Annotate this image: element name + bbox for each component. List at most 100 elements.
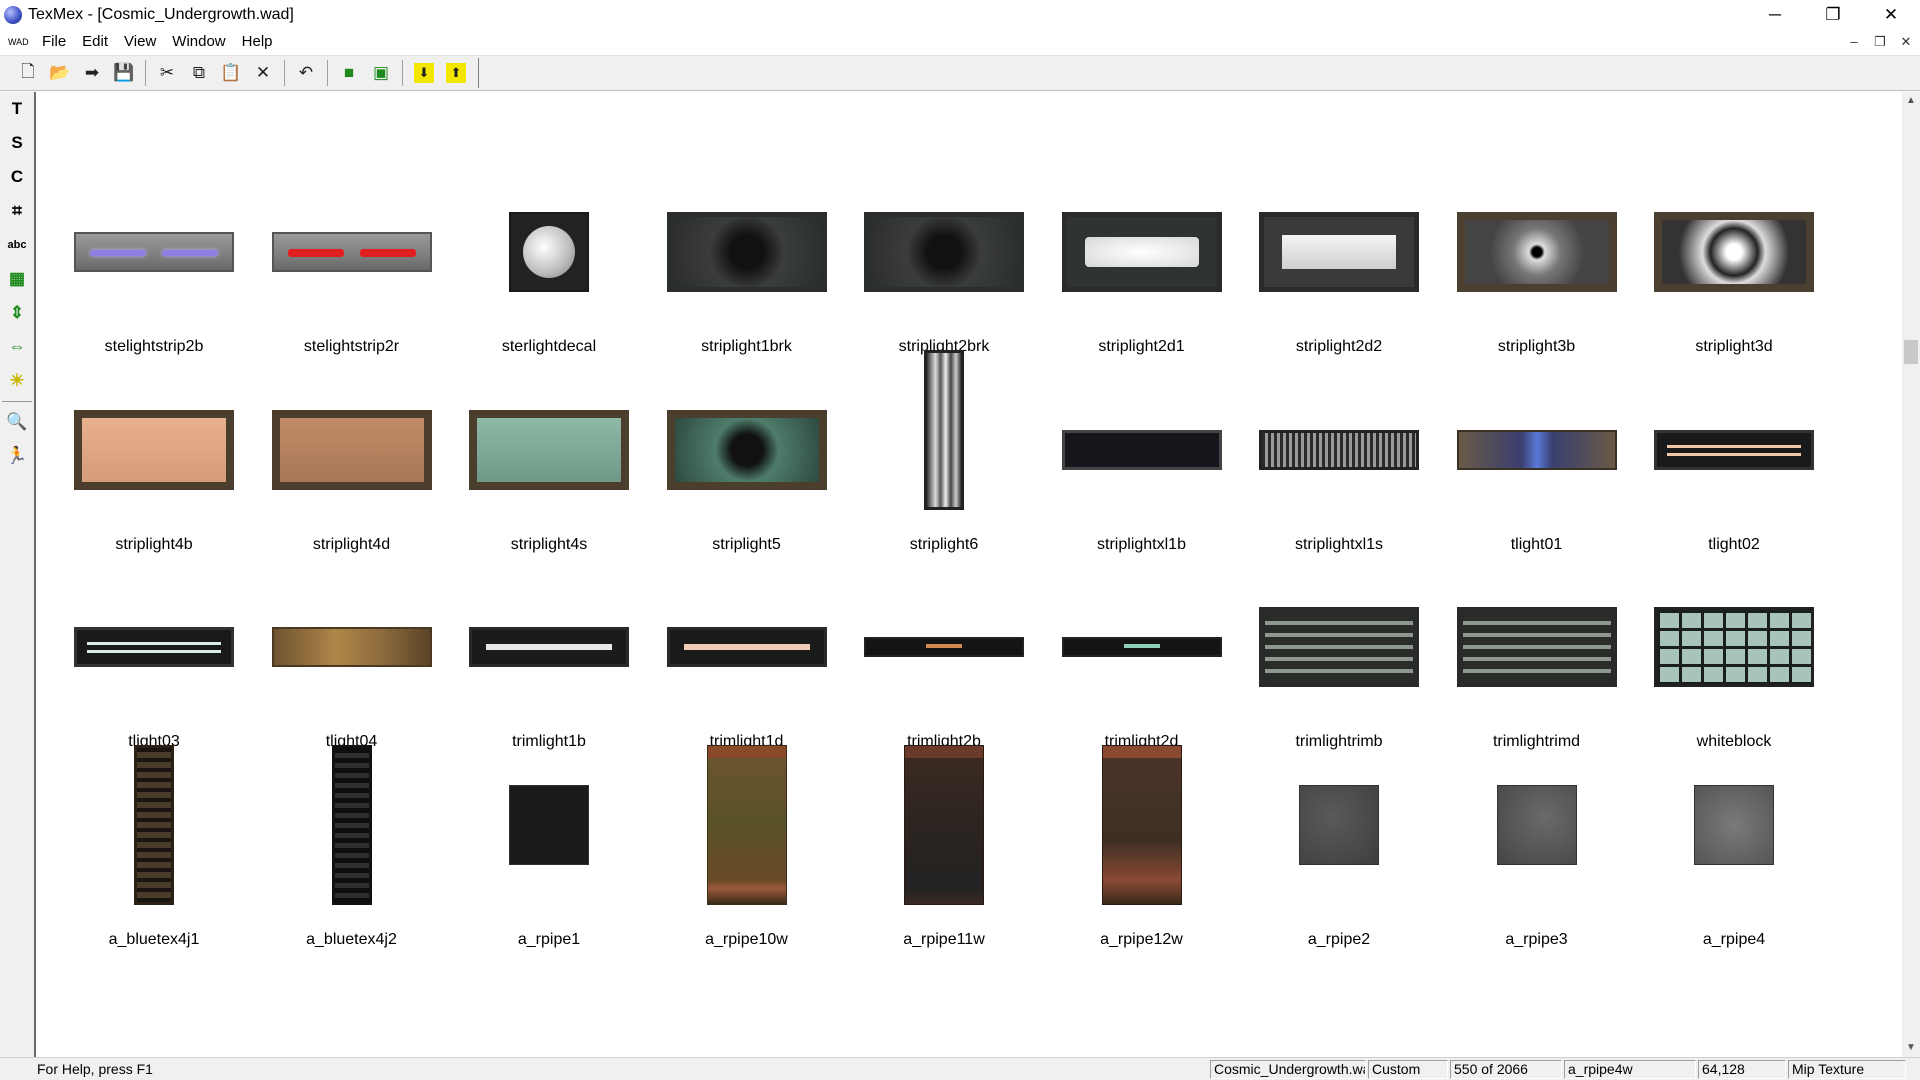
texture-thumbnail[interactable]: [469, 409, 629, 490]
texture-thumbnail[interactable]: [271, 232, 432, 272]
texture-tile[interactable]: a_rpipe4: [1635, 745, 1833, 948]
texture-tile[interactable]: sterlightdecal: [450, 152, 648, 355]
texture-thumbnail[interactable]: [904, 744, 984, 905]
texture-thumbnail[interactable]: [1654, 429, 1814, 470]
texture-thumbnail[interactable]: [469, 627, 629, 667]
texture-tile[interactable]: a_rpipe10w: [648, 744, 846, 948]
menu-edit[interactable]: Edit: [74, 30, 116, 54]
texture-tile[interactable]: trimlightrimd: [1438, 547, 1636, 750]
texture-tile[interactable]: striplightxl1s: [1240, 350, 1438, 553]
texture-thumbnail[interactable]: [74, 232, 234, 272]
texture-tile[interactable]: striplightxl1b: [1043, 350, 1241, 553]
new-file-icon[interactable]: 🗋: [12, 58, 44, 88]
texture-thumbnail[interactable]: [509, 212, 589, 292]
open-folder-icon[interactable]: 📂: [44, 58, 76, 88]
texture-tile[interactable]: striplight3b: [1438, 152, 1636, 355]
texture-tile[interactable]: trimlight2b: [845, 547, 1043, 750]
texture-thumbnail[interactable]: [1101, 744, 1182, 905]
texture-tile[interactable]: striplight4b: [55, 350, 253, 553]
texture-thumbnail[interactable]: [1259, 607, 1419, 687]
texture-tile[interactable]: a_rpipe2: [1240, 745, 1438, 948]
texture-thumbnail[interactable]: [1299, 784, 1379, 865]
child-minimize-button[interactable]: –: [1844, 32, 1864, 52]
texture-tile[interactable]: striplight2d1: [1043, 152, 1241, 355]
texture-thumbnail[interactable]: [1061, 429, 1222, 470]
layers-icon[interactable]: ▦: [0, 262, 34, 296]
scroll-down-icon[interactable]: ▼: [1902, 1039, 1920, 1057]
texture-thumbnail[interactable]: [1654, 212, 1814, 292]
texture-tile[interactable]: tlight03: [55, 547, 253, 750]
texture-thumbnail[interactable]: [509, 784, 589, 865]
texture-thumbnail[interactable]: [1496, 784, 1577, 865]
texture-tile[interactable]: tlight02: [1635, 350, 1833, 553]
texture-thumbnail[interactable]: [331, 744, 372, 905]
texture-thumbnail[interactable]: [1654, 607, 1814, 687]
texture-tile[interactable]: striplight4s: [450, 350, 648, 553]
texture-tile[interactable]: a_rpipe1: [450, 745, 648, 948]
texture-tile[interactable]: striplight2d2: [1240, 152, 1438, 355]
texture-tile[interactable]: trimlight2d: [1043, 547, 1241, 750]
zoom-magnifier-icon[interactable]: 🔍: [0, 405, 34, 439]
texture-thumbnail[interactable]: [924, 349, 964, 510]
texture-thumbnail[interactable]: [1456, 429, 1617, 470]
delete-x-icon[interactable]: ✕: [247, 58, 279, 88]
texture-tile[interactable]: a_rpipe3: [1438, 745, 1636, 948]
texture-thumbnail[interactable]: [74, 627, 234, 667]
copy-icon[interactable]: ⧉: [183, 58, 215, 88]
texture-thumbnail[interactable]: [1061, 637, 1222, 657]
scroll-thumb[interactable]: [1904, 340, 1918, 364]
abc-text-icon[interactable]: abc: [0, 228, 34, 262]
texture-thumbnail[interactable]: [74, 409, 234, 490]
child-close-button[interactable]: ✕: [1896, 32, 1916, 52]
texture-browser[interactable]: stelightstrip2b stelightstrip2r sterlightd…: [37, 92, 1903, 1055]
texture-thumbnail[interactable]: [271, 409, 432, 490]
arrow-right-icon[interactable]: ➡: [76, 58, 108, 88]
document-icon[interactable]: WAD: [8, 33, 29, 51]
texture-thumbnail[interactable]: [1259, 212, 1419, 292]
texture-tile[interactable]: striplight4d: [253, 350, 451, 553]
text-tool-icon[interactable]: T: [0, 92, 34, 126]
restore-button[interactable]: ❐: [1804, 0, 1862, 30]
texture-tile[interactable]: striplight3d: [1635, 152, 1833, 355]
texture-thumbnail[interactable]: [864, 637, 1024, 657]
export-up-arrow-icon[interactable]: ⬆: [446, 63, 466, 83]
texture-tile[interactable]: striplight1brk: [648, 152, 846, 355]
c-tool-icon[interactable]: C: [0, 160, 34, 194]
texture-tile[interactable]: trimlightrimb: [1240, 547, 1438, 750]
texture-tile[interactable]: a_rpipe12w: [1043, 744, 1241, 948]
vertical-scrollbar[interactable]: ▲ ▼: [1902, 92, 1920, 1057]
save-disk-icon[interactable]: 💾: [108, 58, 140, 88]
flip-horizontal-icon[interactable]: ⇔: [0, 330, 34, 364]
texture-tile[interactable]: whiteblock: [1635, 547, 1833, 750]
texture-thumbnail[interactable]: [666, 627, 827, 667]
close-button[interactable]: ✕: [1862, 0, 1920, 30]
crop-icon[interactable]: ⌗: [0, 194, 34, 228]
paste-clipboard-icon[interactable]: 📋: [215, 58, 247, 88]
menu-view[interactable]: View: [116, 30, 164, 54]
fit-frame-icon[interactable]: ▣: [365, 58, 397, 88]
texture-tile[interactable]: trimlight1d: [648, 547, 846, 750]
texture-tile[interactable]: striplight2brk: [845, 152, 1043, 355]
s-tool-icon[interactable]: S: [0, 126, 34, 160]
texture-tile[interactable]: trimlight1b: [450, 547, 648, 750]
menu-file[interactable]: File: [34, 30, 74, 54]
texture-thumbnail[interactable]: [1259, 429, 1419, 470]
green-square-icon[interactable]: ■: [333, 58, 365, 88]
texture-thumbnail[interactable]: [864, 212, 1024, 292]
texture-thumbnail[interactable]: [1456, 607, 1617, 687]
texture-tile[interactable]: striplight6: [845, 349, 1043, 553]
texture-tile[interactable]: striplight5: [648, 350, 846, 553]
run-figure-icon[interactable]: 🏃: [0, 439, 34, 473]
texture-tile[interactable]: stelightstrip2r: [253, 152, 451, 355]
texture-thumbnail[interactable]: [666, 212, 827, 292]
undo-icon[interactable]: ↶: [290, 58, 322, 88]
minimize-button[interactable]: ─: [1746, 0, 1804, 30]
menu-window[interactable]: Window: [164, 30, 233, 54]
child-restore-button[interactable]: ❐: [1870, 32, 1890, 52]
texture-tile[interactable]: tlight04: [253, 547, 451, 750]
texture-tile[interactable]: stelightstrip2b: [55, 152, 253, 355]
texture-thumbnail[interactable]: [271, 627, 432, 667]
texture-thumbnail[interactable]: [1456, 212, 1617, 292]
import-down-arrow-icon[interactable]: ⬇: [414, 63, 434, 83]
scroll-up-icon[interactable]: ▲: [1902, 92, 1920, 110]
